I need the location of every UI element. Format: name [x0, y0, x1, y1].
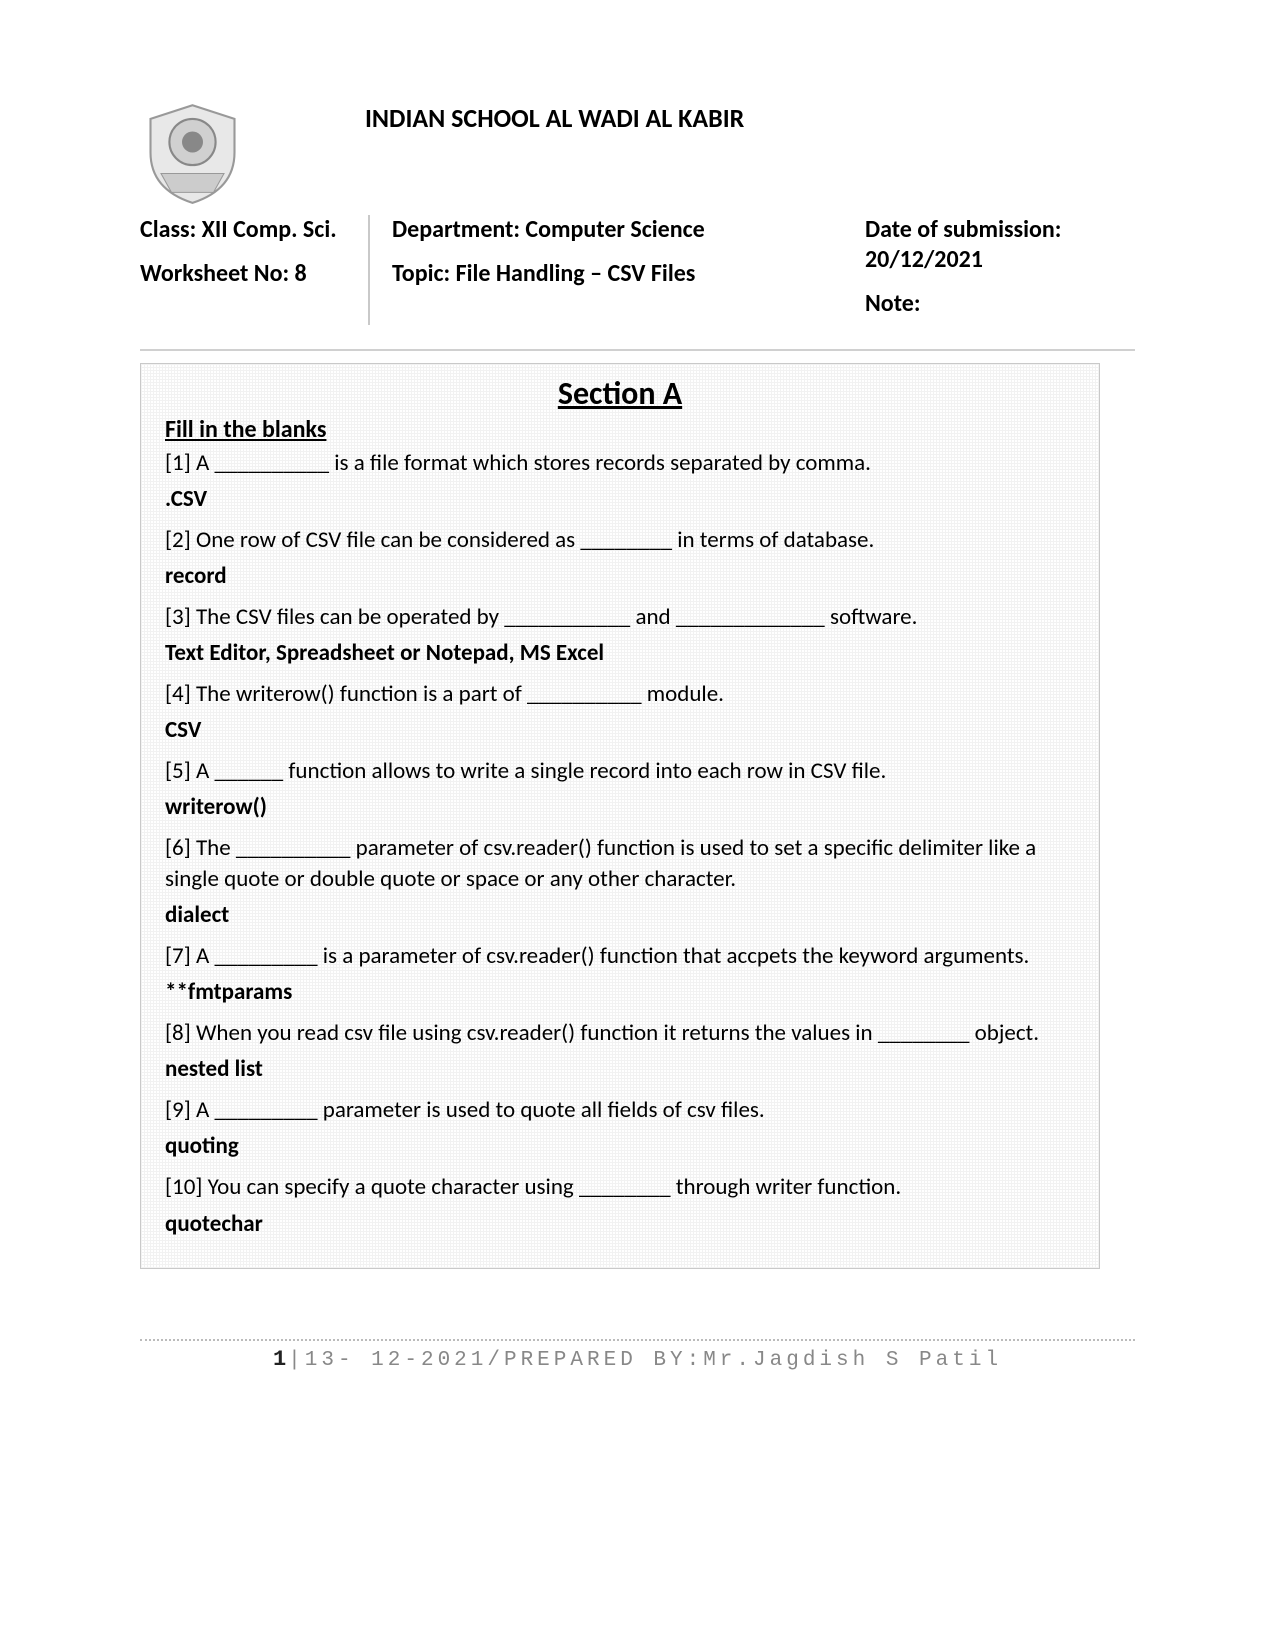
question-text: [1] A __________ is a file format which …	[165, 448, 1075, 479]
answer-text: record	[165, 562, 1075, 590]
qa-item: [3] The CSV files can be operated by ___…	[165, 602, 1075, 667]
class-label: Class: XII Comp. Sci.	[140, 215, 356, 245]
info-grid: Class: XII Comp. Sci. Worksheet No: 8 De…	[140, 215, 1135, 325]
qa-item: [9] A _________ parameter is used to quo…	[165, 1095, 1075, 1160]
divider	[140, 349, 1135, 351]
question-text: [10] You can specify a quote character u…	[165, 1172, 1075, 1203]
school-emblem-icon	[140, 100, 245, 205]
question-text: [4] The writerow() function is a part of…	[165, 679, 1075, 710]
question-text: [6] The __________ parameter of csv.read…	[165, 833, 1075, 895]
page-number: 1	[273, 1347, 288, 1372]
footer-divider	[140, 1339, 1135, 1341]
answer-text: writerow()	[165, 793, 1075, 821]
footer: 1|13- 12-2021/PREPARED BY:Mr.Jagdish S P…	[140, 1347, 1135, 1372]
topic-label: Topic: File Handling – CSV Files	[392, 259, 843, 289]
question-text: [3] The CSV files can be operated by ___…	[165, 602, 1075, 633]
answer-text: quoting	[165, 1132, 1075, 1160]
qa-item: [1] A __________ is a file format which …	[165, 448, 1075, 513]
answer-text: nested list	[165, 1055, 1075, 1083]
question-text: [9] A _________ parameter is used to quo…	[165, 1095, 1075, 1126]
answer-text: CSV	[165, 716, 1075, 744]
content-box: Section A Fill in the blanks [1] A _____…	[140, 363, 1100, 1269]
section-title: Section A	[165, 374, 1075, 413]
school-name: INDIAN SCHOOL AL WADI AL KABIR	[265, 100, 1135, 134]
question-text: [5] A ______ function allows to write a …	[165, 756, 1075, 787]
qa-item: [8] When you read csv file using csv.rea…	[165, 1018, 1075, 1083]
footer-text: |13- 12-2021/PREPARED BY:Mr.Jagdish S Pa…	[288, 1349, 1002, 1372]
question-text: [2] One row of CSV file can be considere…	[165, 525, 1075, 556]
qa-item: [5] A ______ function allows to write a …	[165, 756, 1075, 821]
qa-item: [6] The __________ parameter of csv.read…	[165, 833, 1075, 929]
answer-text: Text Editor, Spreadsheet or Notepad, MS …	[165, 639, 1075, 667]
qa-item: [2] One row of CSV file can be considere…	[165, 525, 1075, 590]
answer-text: **fmtparams	[165, 978, 1075, 1006]
answer-text: dialect	[165, 901, 1075, 929]
answer-text: .CSV	[165, 485, 1075, 513]
note-label: Note:	[865, 289, 1135, 319]
worksheet-no: Worksheet No: 8	[140, 259, 356, 289]
qa-item: [7] A _________ is a parameter of csv.re…	[165, 941, 1075, 1006]
qa-item: [4] The writerow() function is a part of…	[165, 679, 1075, 744]
question-text: [7] A _________ is a parameter of csv.re…	[165, 941, 1075, 972]
question-text: [8] When you read csv file using csv.rea…	[165, 1018, 1075, 1049]
department-label: Department: Computer Science	[392, 215, 843, 245]
section-subtitle: Fill in the blanks	[165, 415, 1075, 444]
qa-item: [10] You can specify a quote character u…	[165, 1172, 1075, 1237]
date-submission: Date of submission: 20/12/2021	[865, 215, 1135, 275]
header: INDIAN SCHOOL AL WADI AL KABIR	[140, 100, 1135, 205]
answer-text: quotechar	[165, 1210, 1075, 1238]
